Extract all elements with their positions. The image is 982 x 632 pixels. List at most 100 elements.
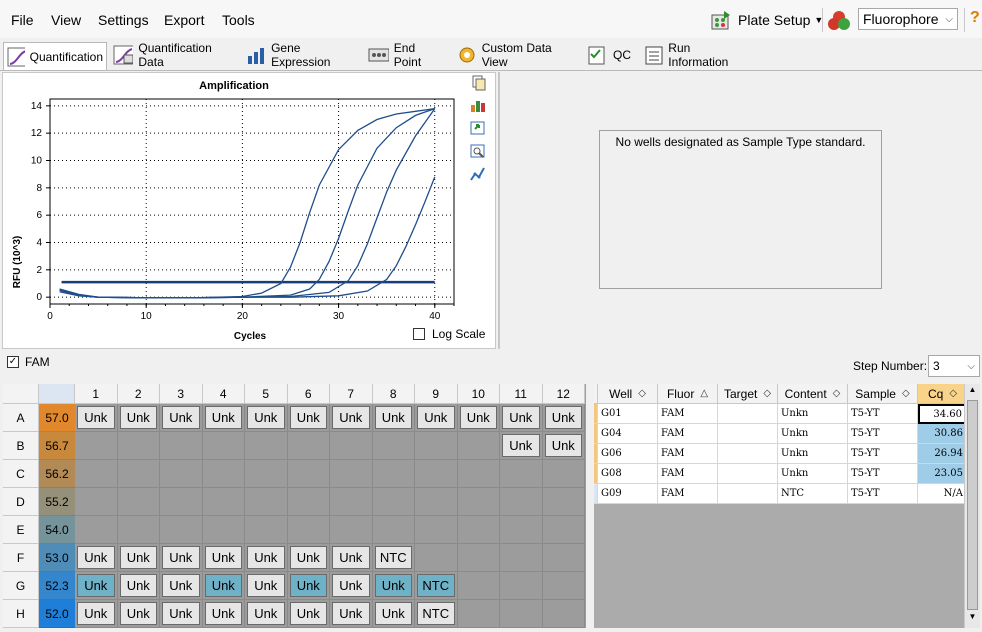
plate-well[interactable]: NTC <box>372 544 415 572</box>
plate-well[interactable] <box>245 516 288 544</box>
plate-well[interactable] <box>75 432 118 460</box>
plate-well[interactable] <box>160 460 203 488</box>
results-scrollbar[interactable]: ▲ ▼ <box>964 384 980 628</box>
table-cell-fluor[interactable]: FAM <box>658 404 718 424</box>
plate-well[interactable]: Unk <box>330 572 373 600</box>
plate-well[interactable] <box>117 516 160 544</box>
tab-custom-data-view[interactable]: Custom Data View <box>453 41 578 69</box>
sort-icon[interactable]: ◇ <box>949 388 957 399</box>
row-header[interactable]: D <box>3 488 39 516</box>
plate-well[interactable] <box>287 432 330 460</box>
plate-well[interactable] <box>160 516 203 544</box>
plate-well[interactable] <box>457 572 500 600</box>
plate-well[interactable]: Unk <box>75 404 118 432</box>
plate-well[interactable] <box>160 488 203 516</box>
plate-well[interactable]: Unk <box>542 432 585 460</box>
table-cell-sample[interactable]: T5-YT <box>848 424 918 444</box>
plate-well[interactable] <box>542 488 585 516</box>
plate-well[interactable]: Unk <box>75 544 118 572</box>
plate-well[interactable]: Unk <box>457 404 500 432</box>
plate-well[interactable]: Unk <box>372 600 415 628</box>
fluorophore-select[interactable]: Fluorophore ⌵ <box>858 8 958 30</box>
plate-well[interactable]: NTC <box>415 600 458 628</box>
plate-well[interactable] <box>75 460 118 488</box>
plate-well[interactable]: Unk <box>202 572 245 600</box>
plate-well[interactable]: Unk <box>117 544 160 572</box>
plate-well[interactable] <box>245 432 288 460</box>
row-header[interactable]: C <box>3 460 39 488</box>
plate-well[interactable]: Unk <box>160 404 203 432</box>
table-cell-well[interactable]: G08 <box>598 464 658 484</box>
sort-icon[interactable]: ◇ <box>763 388 771 399</box>
plate-well[interactable] <box>202 460 245 488</box>
plate-well[interactable] <box>457 544 500 572</box>
column-header[interactable]: 6 <box>287 384 330 404</box>
plate-well[interactable]: Unk <box>372 404 415 432</box>
log-scale-checkbox[interactable] <box>413 328 425 340</box>
plate-well[interactable]: Unk <box>117 600 160 628</box>
plate-well[interactable] <box>330 460 373 488</box>
plate-well[interactable] <box>202 516 245 544</box>
row-header[interactable]: F <box>3 544 39 572</box>
tab-end-point[interactable]: End Point <box>365 41 446 69</box>
plate-well[interactable]: Unk <box>287 572 330 600</box>
plate-well[interactable] <box>117 460 160 488</box>
step-number-select[interactable]: 3 ⌵ <box>928 355 980 377</box>
plate-well[interactable] <box>542 460 585 488</box>
plate-well[interactable] <box>330 432 373 460</box>
menu-view[interactable]: View <box>51 12 81 28</box>
menu-export[interactable]: Export <box>164 12 204 28</box>
column-header-fluor[interactable]: Fluor △ <box>658 384 718 404</box>
table-cell-fluor[interactable]: FAM <box>658 444 718 464</box>
column-header[interactable]: 1 <box>75 384 118 404</box>
plate-well[interactable] <box>500 460 543 488</box>
plate-well[interactable] <box>117 432 160 460</box>
plate-well[interactable]: Unk <box>75 600 118 628</box>
help-icon[interactable]: ? <box>970 9 980 27</box>
plate-well[interactable] <box>372 432 415 460</box>
scroll-down-icon[interactable]: ▼ <box>966 612 979 626</box>
row-header[interactable]: H <box>3 600 39 628</box>
plate-well[interactable] <box>372 488 415 516</box>
table-cell-cq[interactable]: 23.05 <box>918 464 968 484</box>
tab-quantification-data[interactable]: Quantification Data <box>110 41 236 69</box>
tab-quantification[interactable]: Quantification <box>3 42 107 70</box>
plate-well[interactable]: Unk <box>117 572 160 600</box>
table-cell-target[interactable] <box>718 444 778 464</box>
plate-well[interactable] <box>330 516 373 544</box>
table-cell-target[interactable] <box>718 464 778 484</box>
plate-well[interactable] <box>415 516 458 544</box>
column-header[interactable]: 3 <box>160 384 203 404</box>
plate-well[interactable]: Unk <box>245 600 288 628</box>
column-header[interactable]: 7 <box>330 384 373 404</box>
plate-well[interactable] <box>457 488 500 516</box>
plate-well[interactable] <box>542 544 585 572</box>
plate-well[interactable]: Unk <box>330 600 373 628</box>
sort-icon[interactable]: △ <box>700 388 708 399</box>
plate-well[interactable]: Unk <box>415 404 458 432</box>
tab-qc[interactable]: QC <box>583 42 635 68</box>
plate-well[interactable] <box>457 516 500 544</box>
row-header[interactable]: A <box>3 404 39 432</box>
plate-well[interactable]: Unk <box>75 572 118 600</box>
colors-icon[interactable] <box>826 9 852 31</box>
plate-well[interactable] <box>415 432 458 460</box>
plate-well[interactable]: Unk <box>245 404 288 432</box>
plate-well[interactable] <box>500 600 543 628</box>
line-chart-icon[interactable] <box>470 166 486 182</box>
column-header-content[interactable]: Content ◇ <box>778 384 848 404</box>
plate-well[interactable]: Unk <box>160 600 203 628</box>
plate-well[interactable] <box>160 432 203 460</box>
table-cell-fluor[interactable]: FAM <box>658 424 718 444</box>
plate-well[interactable]: Unk <box>542 404 585 432</box>
plate-well[interactable]: Unk <box>202 600 245 628</box>
plate-well[interactable] <box>287 516 330 544</box>
plate-well[interactable]: Unk <box>330 404 373 432</box>
table-cell-cq[interactable]: N/A <box>918 484 968 504</box>
plate-well[interactable] <box>457 432 500 460</box>
table-cell-content[interactable]: Unkn <box>778 424 848 444</box>
plate-well[interactable] <box>75 516 118 544</box>
plate-well[interactable]: NTC <box>415 572 458 600</box>
table-cell-content[interactable]: Unkn <box>778 464 848 484</box>
amplification-curve-4[interactable] <box>59 176 436 299</box>
